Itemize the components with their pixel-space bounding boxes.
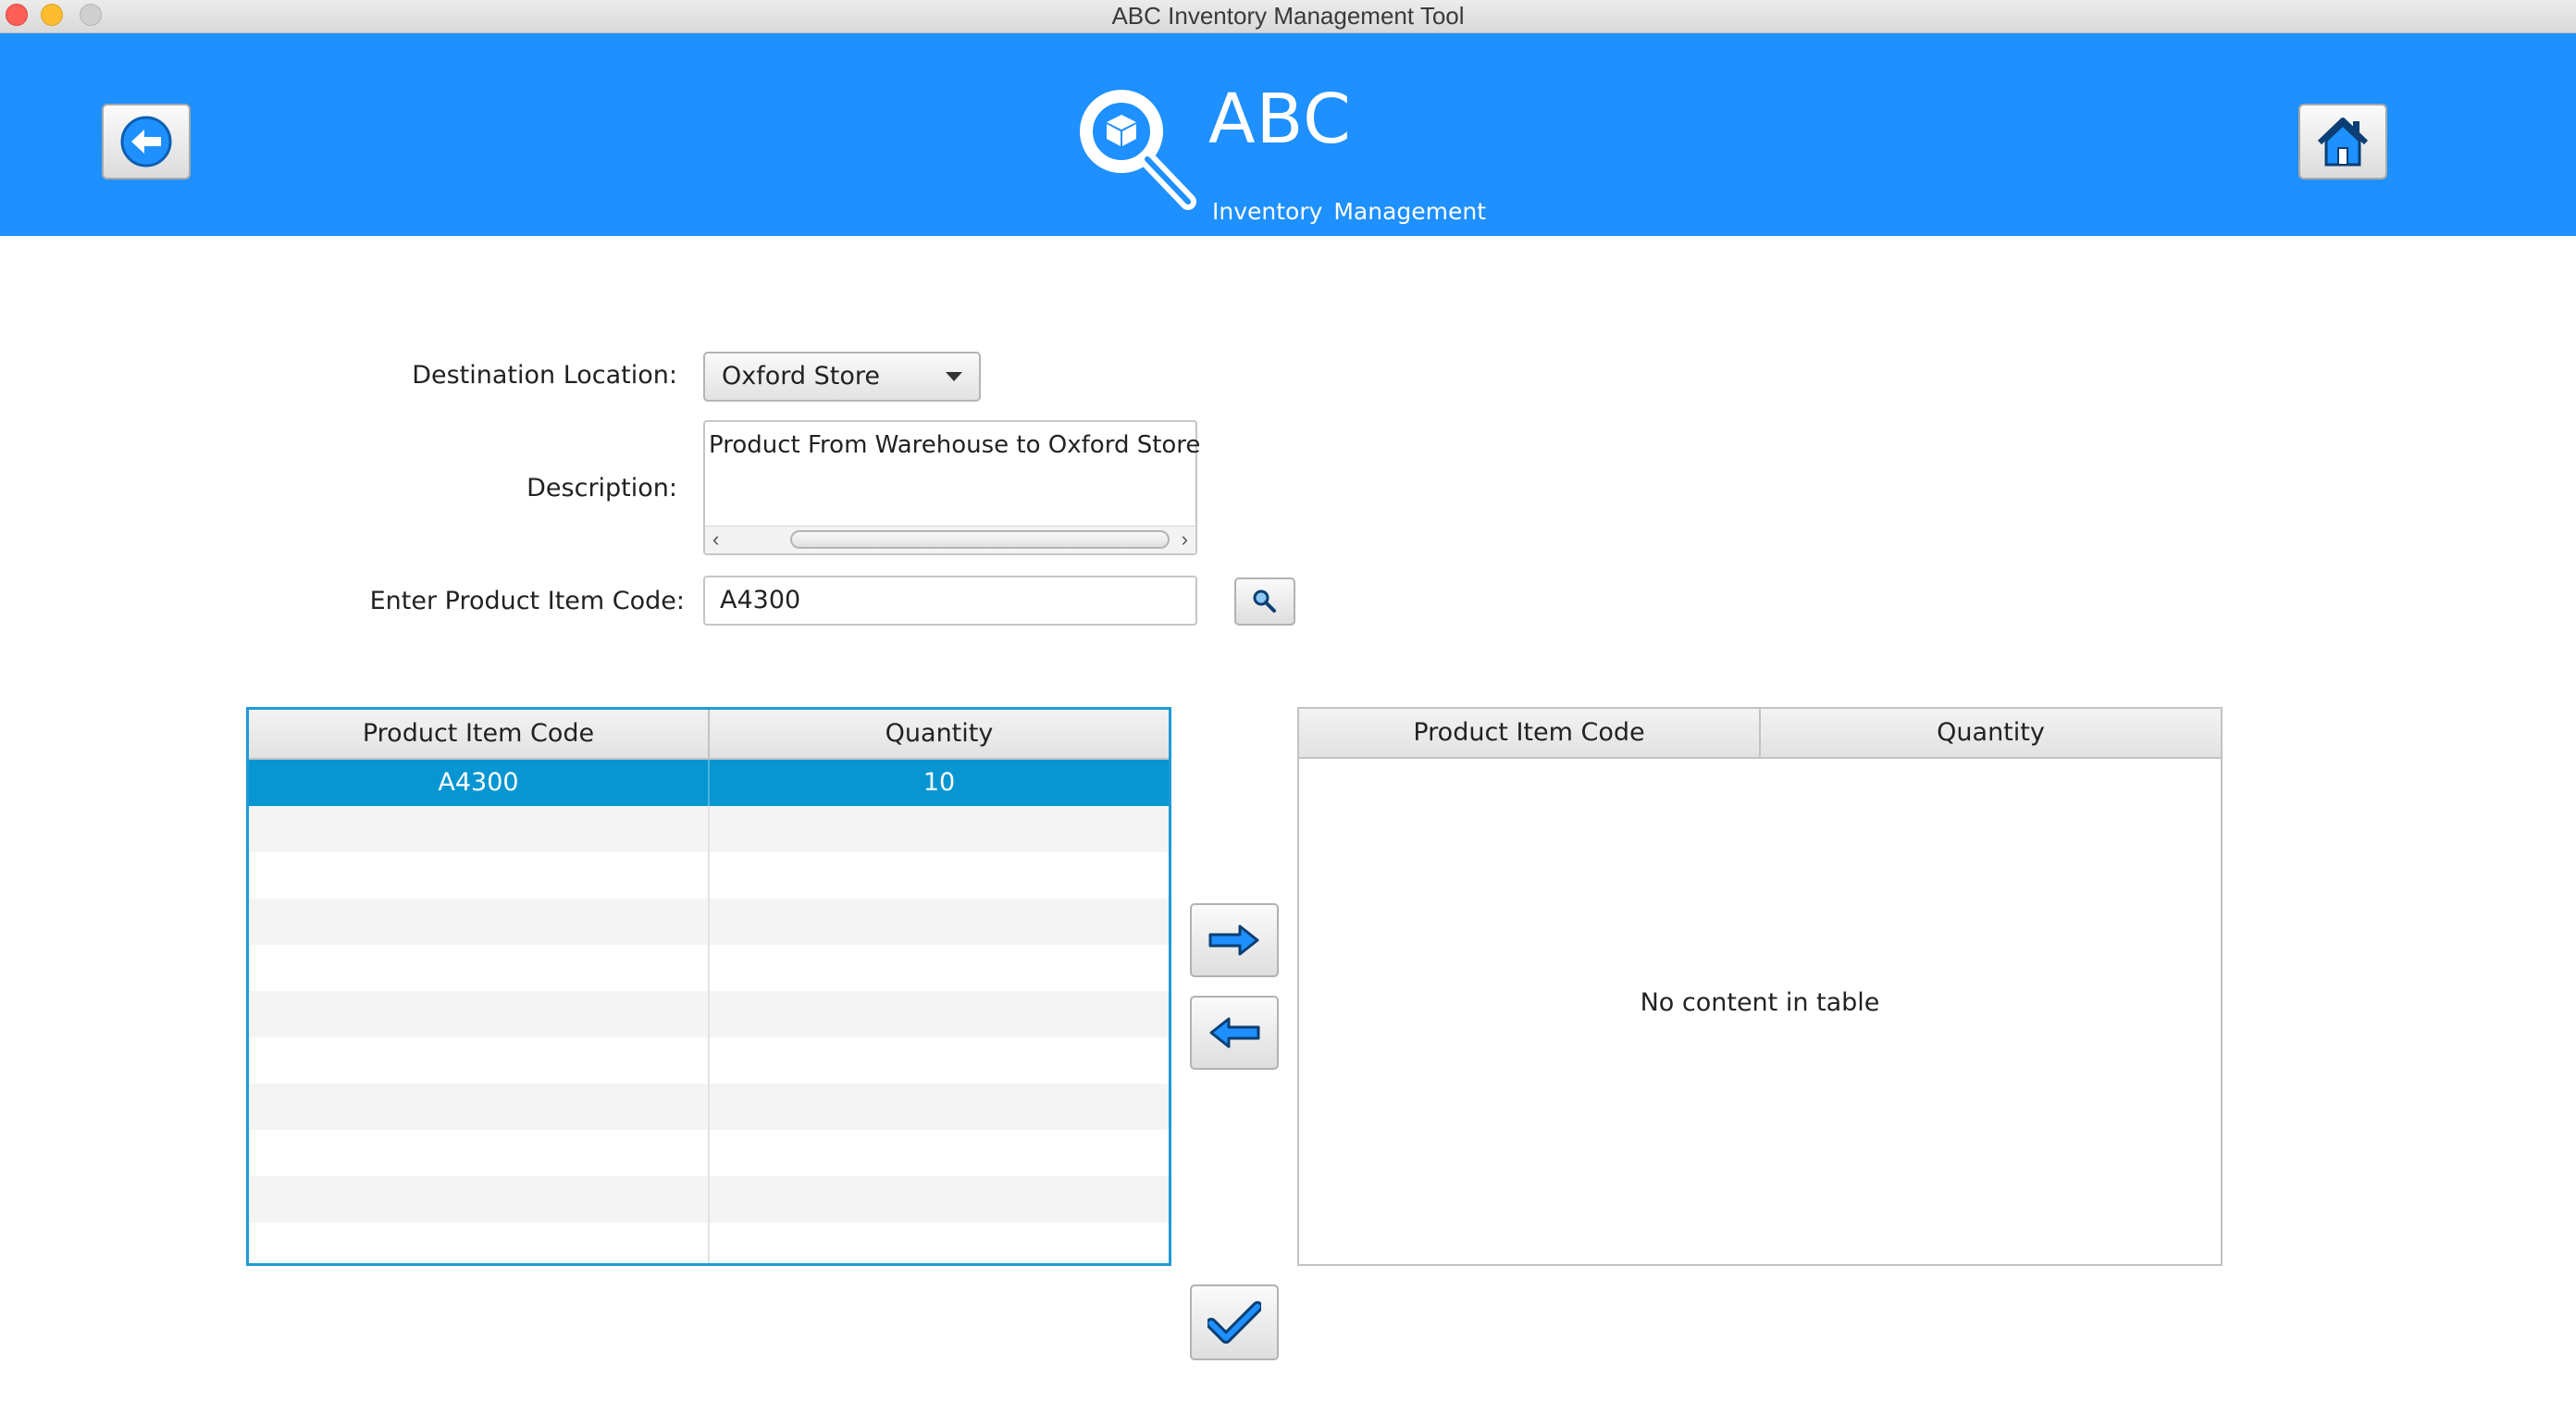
target-items-table[interactable]: Product Item Code Quantity No content in…	[1297, 707, 2223, 1266]
table-row	[249, 1084, 1169, 1130]
column-header-quantity[interactable]: Quantity	[710, 710, 1169, 758]
scroll-left-icon[interactable]: ‹	[712, 528, 719, 551]
table-header: Product Item Code Quantity	[1299, 709, 2221, 759]
cell-quantity: 10	[923, 768, 956, 797]
table-row	[249, 852, 1169, 899]
table-row	[249, 945, 1169, 991]
table-row[interactable]: A4300 10	[249, 760, 1169, 806]
description-label: Description:	[526, 474, 677, 502]
scrollbar-thumb[interactable]	[790, 530, 1170, 549]
search-icon	[1253, 589, 1276, 613]
table-row	[249, 991, 1169, 1037]
home-icon	[2317, 118, 2369, 167]
brand-title: ABC	[1208, 80, 1352, 159]
home-button[interactable]	[2298, 104, 2387, 180]
arrow-left-circle-icon	[120, 116, 172, 167]
table-row	[249, 1130, 1169, 1176]
magnifier-box-icon	[1080, 90, 1196, 210]
horizontal-scrollbar[interactable]: ‹ ›	[705, 526, 1195, 553]
chevron-down-icon	[946, 372, 962, 381]
move-left-button[interactable]	[1190, 996, 1279, 1070]
table-header: Product Item Code Quantity	[249, 710, 1169, 760]
column-header-item-code[interactable]: Product Item Code	[1299, 709, 1761, 757]
column-header-item-code[interactable]: Product Item Code	[249, 710, 710, 758]
scroll-right-icon[interactable]: ›	[1182, 528, 1188, 551]
description-textarea[interactable]: Product From Warehouse to Oxford Store ‹…	[703, 420, 1201, 555]
description-text: Product From Warehouse to Oxford Store	[709, 431, 1201, 459]
checkmark-icon	[1208, 1301, 1261, 1344]
source-items-table[interactable]: Product Item Code Quantity A4300 10	[246, 707, 1171, 1266]
cell-item-code: A4300	[249, 760, 710, 806]
column-header-quantity[interactable]: Quantity	[1761, 709, 2221, 757]
table-row	[249, 806, 1169, 852]
back-button[interactable]	[102, 104, 191, 180]
confirm-button[interactable]	[1190, 1284, 1279, 1360]
brand-subtitle: Inventory Management	[1212, 198, 1487, 225]
item-code-input[interactable]: A4300	[703, 576, 1197, 626]
window-title: ABC Inventory Management Tool	[1111, 2, 1465, 30]
app-header: ABC Inventory Management	[0, 33, 2576, 236]
empty-table-message: No content in table	[1640, 988, 1880, 1017]
arrow-right-icon	[1208, 924, 1259, 956]
item-code-label: Enter Product Item Code:	[369, 587, 685, 615]
table-row	[249, 1222, 1169, 1263]
table-row	[249, 1176, 1169, 1222]
search-button[interactable]	[1234, 577, 1295, 626]
destination-label: Destination Location:	[412, 361, 677, 390]
arrow-left-icon	[1209, 1017, 1260, 1048]
window-titlebar: ABC Inventory Management Tool	[0, 0, 2576, 33]
destination-value: Oxford Store	[722, 362, 880, 391]
move-right-button[interactable]	[1190, 903, 1279, 977]
table-row	[249, 1037, 1169, 1084]
table-body: A4300 10	[249, 760, 1169, 1263]
destination-select[interactable]: Oxford Store	[703, 352, 981, 402]
table-row	[249, 899, 1169, 945]
